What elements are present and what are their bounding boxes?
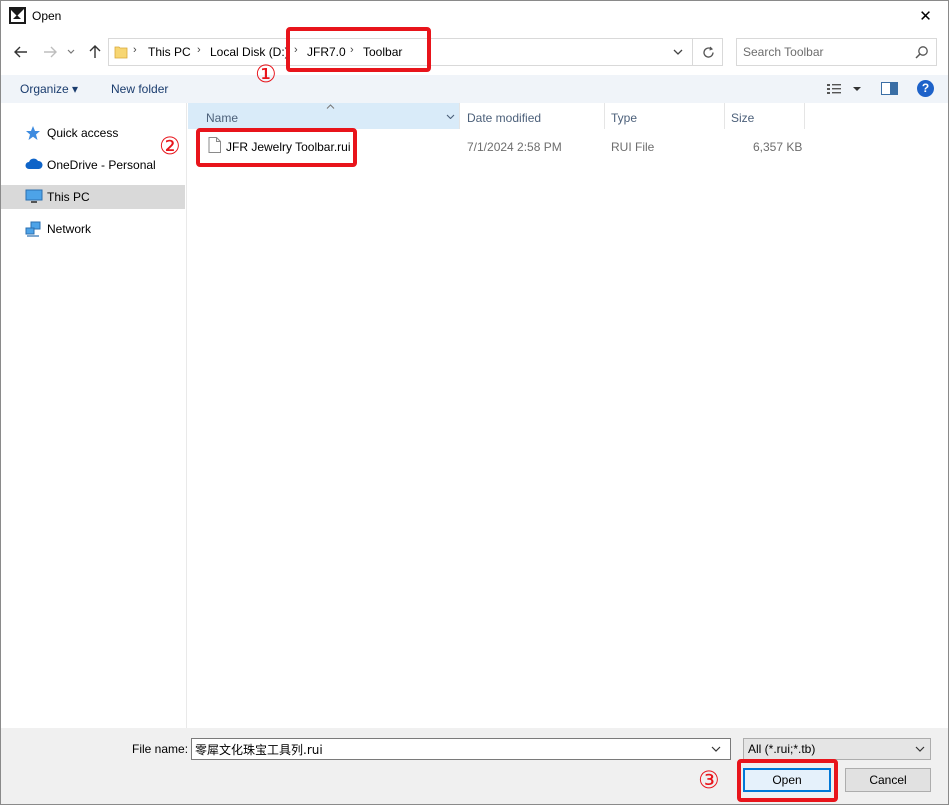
cancel-button[interactable]: Cancel xyxy=(845,768,931,792)
annotation-step2: ② xyxy=(159,132,181,160)
column-header-label: Date modified xyxy=(467,111,542,125)
nav-item-label: OneDrive - Personal xyxy=(47,158,156,172)
file-name-label: File name: xyxy=(132,742,189,756)
chevron-down-icon xyxy=(673,49,683,55)
open-dialog: Open ✕ › This PC › Local Disk (D:) › JFR… xyxy=(0,0,949,805)
nav-item-label: This PC xyxy=(47,190,90,204)
annotation-box-step1 xyxy=(286,27,431,72)
nav-item-quick-access[interactable]: Quick access xyxy=(1,121,185,145)
navigation-pane: Quick access OneDrive - Personal This PC… xyxy=(1,103,187,728)
app-logo-icon xyxy=(9,7,26,24)
arrow-right-icon xyxy=(44,46,57,58)
refresh-icon xyxy=(702,46,714,58)
window-title: Open xyxy=(32,9,62,23)
up-button[interactable] xyxy=(84,41,106,63)
recent-locations-button[interactable] xyxy=(63,41,79,63)
chevron-down-icon[interactable] xyxy=(710,743,722,755)
arrow-left-icon xyxy=(14,46,27,58)
computer-icon xyxy=(25,189,43,203)
file-size: 6,357 KB xyxy=(753,140,803,154)
column-header-name[interactable]: Name xyxy=(188,103,460,129)
annotation-box-step2 xyxy=(196,128,357,167)
column-header-size[interactable]: Size xyxy=(725,103,805,129)
cloud-icon xyxy=(25,158,43,169)
annotation-step1: ① xyxy=(255,60,277,88)
search-input[interactable] xyxy=(743,44,908,60)
sort-ascending-icon xyxy=(326,104,335,109)
annotation-box-step3 xyxy=(737,759,838,802)
column-header-label: Type xyxy=(611,111,638,125)
preview-pane-icon xyxy=(881,82,898,95)
chevron-down-icon xyxy=(915,746,925,752)
title-bar: Open ✕ xyxy=(1,1,948,31)
preview-pane-button[interactable] xyxy=(881,82,898,98)
back-button[interactable] xyxy=(10,41,32,63)
file-type-value: All (*.rui;*.tb) xyxy=(748,742,816,756)
help-button[interactable]: ? xyxy=(917,80,934,97)
folder-icon xyxy=(114,46,128,59)
breadcrumb-separator: › xyxy=(197,44,201,56)
file-name-input[interactable] xyxy=(195,741,705,757)
file-list: Name Date modified Type Size JFR Jewelry… xyxy=(188,103,948,728)
view-options-icon xyxy=(827,84,861,94)
forward-button[interactable] xyxy=(39,41,61,63)
column-header-type[interactable]: Type xyxy=(605,103,725,129)
network-icon xyxy=(25,221,41,237)
nav-item-this-pc[interactable]: This PC xyxy=(1,185,185,209)
close-button[interactable]: ✕ xyxy=(903,1,948,31)
view-options-button[interactable] xyxy=(825,82,863,98)
annotation-step3: ③ xyxy=(698,766,720,794)
search-icon xyxy=(915,46,928,59)
nav-item-label: Quick access xyxy=(47,126,119,140)
new-folder-button[interactable]: New folder xyxy=(111,82,168,96)
help-icon: ? xyxy=(917,80,934,97)
chevron-down-icon xyxy=(67,49,75,54)
file-type-select[interactable]: All (*.rui;*.tb) xyxy=(743,738,931,760)
close-icon: ✕ xyxy=(919,7,932,25)
file-name-combobox[interactable] xyxy=(191,738,731,760)
nav-item-label: Network xyxy=(47,222,92,236)
refresh-button[interactable] xyxy=(692,39,723,65)
arrow-up-icon xyxy=(89,45,101,58)
column-header-label: Size xyxy=(731,111,755,125)
cancel-button-label: Cancel xyxy=(869,773,907,787)
chevron-down-icon xyxy=(446,114,455,119)
column-header-label: Name xyxy=(206,111,239,125)
nav-item-network[interactable]: Network xyxy=(1,217,185,241)
file-date: 7/1/2024 2:58 PM xyxy=(467,140,562,154)
command-toolbar: Organize ▾ New folder ? xyxy=(1,75,948,103)
star-icon xyxy=(26,126,40,140)
breadcrumb-this-pc[interactable]: This PC xyxy=(148,45,191,59)
organize-button[interactable]: Organize ▾ xyxy=(20,82,78,96)
nav-item-onedrive[interactable]: OneDrive - Personal xyxy=(1,153,185,177)
breadcrumb-separator: › xyxy=(133,44,137,56)
file-type: RUI File xyxy=(611,140,655,154)
search-box[interactable] xyxy=(736,38,937,66)
address-history-dropdown[interactable] xyxy=(666,39,690,65)
breadcrumb-local-disk[interactable]: Local Disk (D:) xyxy=(210,45,289,59)
column-header-date[interactable]: Date modified xyxy=(460,103,605,129)
